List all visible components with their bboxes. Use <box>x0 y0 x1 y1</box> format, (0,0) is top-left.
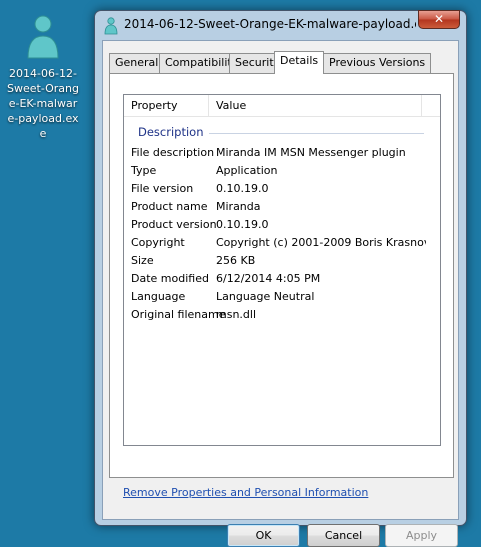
close-icon: ✕ <box>433 12 445 26</box>
table-row[interactable]: Copyright Copyright (c) 2001-2009 Boris K… <box>124 234 440 252</box>
table-row[interactable]: Product version 0.10.19.0 <box>124 216 440 234</box>
window-title: 2014-06-12-Sweet-Orange-EK-malware-paylo… <box>124 17 416 31</box>
property-value: Miranda IM MSN Messenger plugin <box>216 146 406 159</box>
property-value: Miranda <box>216 200 261 213</box>
property-name: Size <box>131 254 154 267</box>
property-name: Language <box>131 290 186 303</box>
tab-details[interactable]: Details <box>274 51 325 74</box>
group-header-description: Description <box>124 123 440 141</box>
details-listview[interactable]: Property Value Description File descript… <box>123 94 441 446</box>
person-exe-icon <box>104 17 118 35</box>
property-value: 6/12/2014 4:05 PM <box>216 272 321 285</box>
property-value: Language Neutral <box>216 290 315 303</box>
dialog-client-area: General Compatibility Security Details P… <box>102 40 459 547</box>
property-name: Date modified <box>131 272 209 285</box>
column-header-property[interactable]: Property <box>124 95 209 117</box>
property-name: File description <box>131 146 215 159</box>
table-row[interactable]: Date modified 6/12/2014 4:05 PM <box>124 270 440 288</box>
table-row[interactable]: Size 256 KB <box>124 252 440 270</box>
title-bar[interactable]: 2014-06-12-Sweet-Orange-EK-malware-paylo… <box>95 10 466 39</box>
group-label: Description <box>138 125 204 139</box>
property-name: Product name <box>131 200 208 213</box>
property-value: Copyright (c) 2001-2009 Boris Krasnovs..… <box>216 236 426 249</box>
person-exe-icon <box>27 15 59 59</box>
apply-button[interactable]: Apply <box>385 524 458 547</box>
property-value: 256 KB <box>216 254 256 267</box>
table-row[interactable]: File version 0.10.19.0 <box>124 180 440 198</box>
table-row[interactable]: Original filename msn.dll <box>124 306 440 324</box>
cancel-button[interactable]: Cancel <box>307 524 380 547</box>
property-value: 0.10.19.0 <box>216 182 269 195</box>
ok-button[interactable]: OK <box>227 524 300 547</box>
desktop-icon-label: 2014-06-12-Sweet-Orange-EK-malware-paylo… <box>7 67 79 140</box>
column-header-value[interactable]: Value <box>209 95 422 117</box>
properties-window: 2014-06-12-Sweet-Orange-EK-malware-paylo… <box>94 10 467 547</box>
tab-general[interactable]: General <box>109 53 165 73</box>
desktop-file-icon[interactable]: 2014-06-12-Sweet-Orange-EK-malware-paylo… <box>4 14 82 141</box>
close-button[interactable]: ✕ <box>418 10 460 29</box>
tab-previous-versions[interactable]: Previous Versions <box>323 53 432 73</box>
group-divider <box>209 133 424 134</box>
property-name: File version <box>131 182 194 195</box>
property-value: Application <box>216 164 278 177</box>
table-row[interactable]: File description Miranda IM MSN Messenger… <box>124 144 440 162</box>
table-row[interactable]: Type Application <box>124 162 440 180</box>
property-name: Original filename <box>131 308 226 321</box>
table-row[interactable]: Language Language Neutral <box>124 288 440 306</box>
listview-header: Property Value <box>124 95 440 117</box>
property-name: Type <box>131 164 157 177</box>
property-name: Copyright <box>131 236 185 249</box>
remove-properties-link[interactable]: Remove Properties and Personal Informati… <box>123 486 368 499</box>
property-name: Product version <box>131 218 217 231</box>
details-panel: Property Value Description File descript… <box>109 73 458 547</box>
property-value: 0.10.19.0 <box>216 218 269 231</box>
property-value: msn.dll <box>216 308 257 321</box>
table-row[interactable]: Product name Miranda <box>124 198 440 216</box>
